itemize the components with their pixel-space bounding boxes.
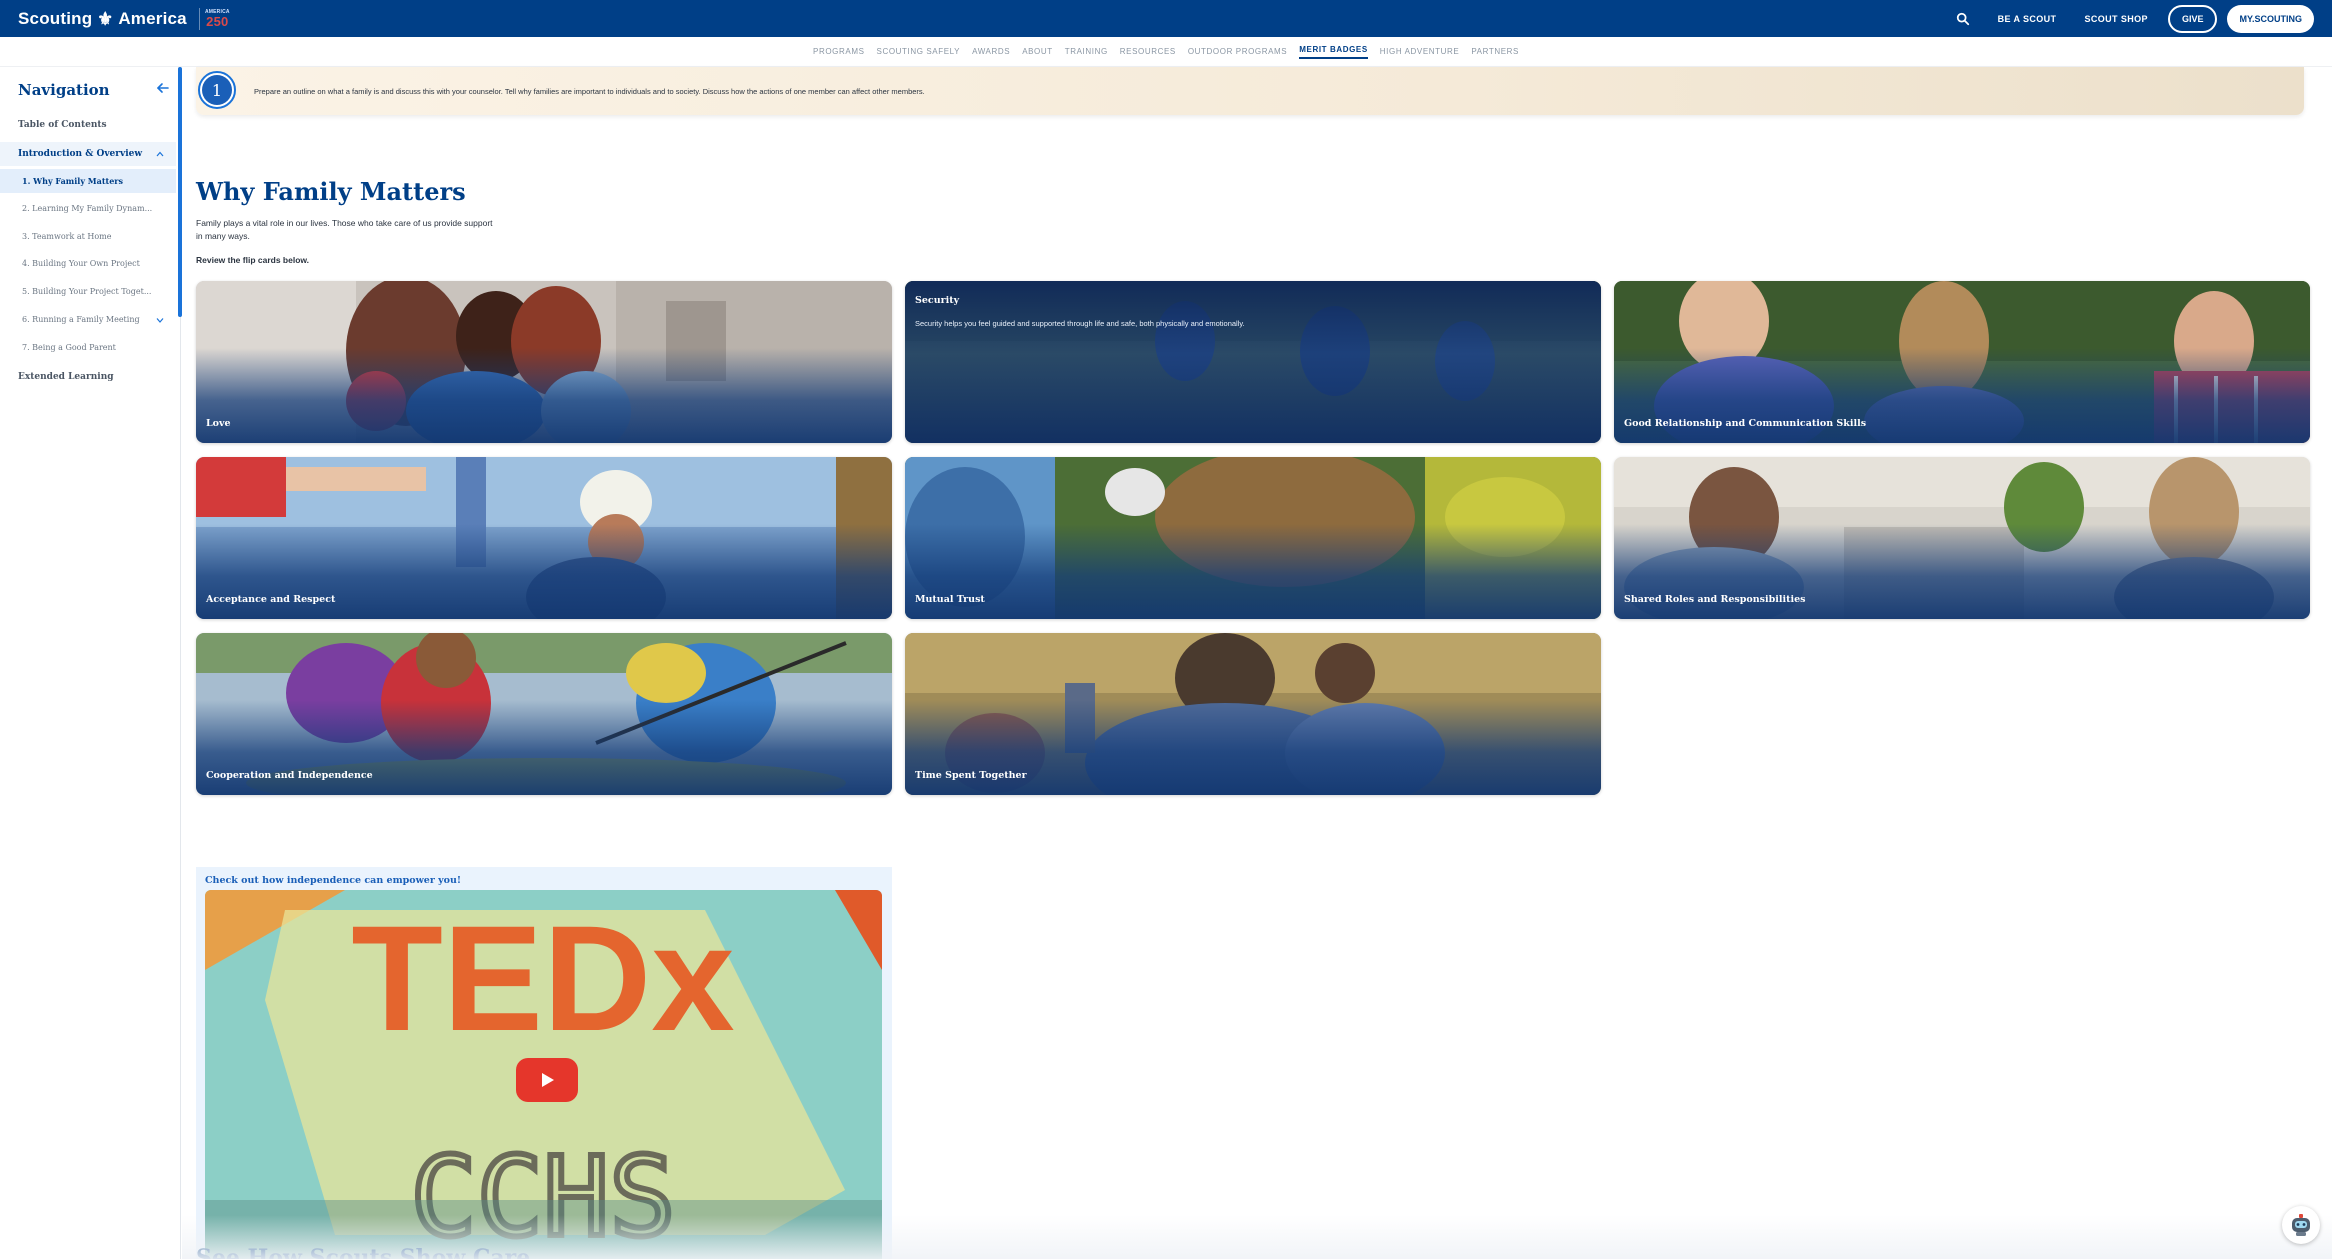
tedx-logo-text: TEDx: [351, 894, 734, 1062]
subnav-outdoor-programs[interactable]: OUTDOOR PROGRAMS: [1188, 47, 1287, 56]
sidebar-scroll-indicator[interactable]: [178, 67, 182, 317]
header-actions: BE A SCOUT SCOUT SHOP GIVE MY.SCOUTING: [1956, 0, 2314, 37]
arrow-left-icon[interactable]: [156, 81, 170, 95]
subnav-programs[interactable]: PROGRAMS: [813, 47, 864, 56]
subnav-training[interactable]: TRAINING: [1065, 47, 1108, 56]
flip-card-good-relationship[interactable]: Good Relationship and Communication Skil…: [1614, 281, 2310, 443]
flip-card-love[interactable]: Love: [196, 281, 892, 443]
flip-card-security[interactable]: Security Security helps you feel guided …: [905, 281, 1601, 443]
sidebar-navigation: Navigation Table of Contents Introductio…: [0, 67, 182, 1259]
flip-card-mutual-trust[interactable]: Mutual Trust: [905, 457, 1601, 619]
card-label: Mutual Trust: [915, 594, 985, 605]
sidebar-item-extended-learning[interactable]: Extended Learning: [0, 365, 176, 389]
video-panel: Check out how independence can empower y…: [196, 867, 892, 1259]
sidebar-item-running-family-meeting[interactable]: 6. Running a Family Meeting: [0, 308, 176, 332]
play-icon: [542, 1073, 554, 1087]
chat-assistant-button[interactable]: [2282, 1206, 2320, 1244]
subnav-scouting-safely[interactable]: SCOUTING SAFELY: [877, 47, 961, 56]
sidebar-item-label: Introduction & Overview: [18, 149, 143, 159]
sidebar-item-building-project-together[interactable]: 5. Building Your Project Toget...: [0, 280, 176, 304]
search-icon[interactable]: [1956, 12, 1970, 26]
top-header: Scouting ⚜ America AMERICA 250 BE A SCOU…: [0, 0, 2332, 37]
page-title: Why Family Matters: [196, 177, 466, 206]
requirement-number-badge: 1: [198, 71, 236, 109]
sidebar-item-learning-family-dynamics[interactable]: 2. Learning My Family Dynam...: [0, 197, 176, 221]
sidebar-title: Navigation: [18, 81, 110, 99]
requirement-number: 1: [202, 75, 232, 105]
chevron-down-icon: [156, 318, 164, 323]
subnav-resources[interactable]: RESOURCES: [1120, 47, 1176, 56]
requirement-banner: 1 Prepare an outline on what a family is…: [196, 67, 2304, 115]
card-label: Love: [206, 418, 231, 429]
sidebar-item-introduction[interactable]: Introduction & Overview: [0, 142, 176, 166]
subnav-about[interactable]: ABOUT: [1022, 47, 1053, 56]
review-instruction: Review the flip cards below.: [196, 255, 310, 265]
card-label: Cooperation and Independence: [206, 770, 373, 781]
chevron-up-icon: [156, 151, 164, 157]
main-content: 1 Prepare an outline on what a family is…: [196, 67, 2320, 1259]
card-label: Shared Roles and Responsibilities: [1624, 594, 1806, 605]
sidebar-item-being-good-parent[interactable]: 7. Being a Good Parent: [0, 336, 176, 360]
sidebar-item-table-of-contents[interactable]: Table of Contents: [0, 113, 176, 137]
robot-icon: [2292, 1214, 2310, 1236]
subnav-high-adventure[interactable]: HIGH ADVENTURE: [1380, 47, 1460, 56]
card-overlay: [905, 281, 1601, 443]
subnav-merit-badges[interactable]: MERIT BADGES: [1299, 45, 1368, 59]
embedded-video[interactable]: TEDx CCHS: [205, 890, 882, 1259]
flip-card-shared-roles[interactable]: Shared Roles and Responsibilities: [1614, 457, 2310, 619]
brand-text-right: America: [118, 8, 187, 28]
secondary-nav: PROGRAMS SCOUTING SAFELY AWARDS ABOUT TR…: [0, 37, 2332, 67]
my-scouting-button[interactable]: MY.SCOUTING: [2227, 4, 2314, 33]
be-a-scout-link[interactable]: BE A SCOUT: [1998, 14, 2057, 24]
scout-shop-link[interactable]: SCOUT SHOP: [2084, 14, 2148, 24]
video-caption: Check out how independence can empower y…: [205, 875, 462, 886]
subnav-partners[interactable]: PARTNERS: [1471, 47, 1519, 56]
card-label: Good Relationship and Communication Skil…: [1624, 418, 1867, 429]
anniversary-number: 250: [206, 14, 229, 29]
flip-card-time-together[interactable]: Time Spent Together: [905, 633, 1601, 795]
anniversary-badge: AMERICA 250: [198, 7, 230, 30]
sidebar-item-building-your-own-project[interactable]: 4. Building Your Own Project: [0, 252, 176, 276]
flip-card-cooperation[interactable]: Cooperation and Independence: [196, 633, 892, 795]
brand-text-left: Scouting: [18, 8, 93, 28]
requirement-text: Prepare an outline on what a family is a…: [254, 87, 925, 96]
flip-card-acceptance[interactable]: Acceptance and Respect: [196, 457, 892, 619]
fleur-de-lis-icon: ⚜: [97, 8, 114, 29]
brand-logo[interactable]: Scouting ⚜ America AMERICA 250: [18, 7, 230, 30]
next-section-title: See How Scouts Show Care: [196, 1245, 531, 1259]
sidebar-item-label: 6. Running a Family Meeting: [22, 315, 140, 324]
card-overlay: [905, 524, 1601, 619]
give-button[interactable]: GIVE: [2167, 4, 2218, 33]
card-label: Acceptance and Respect: [206, 594, 336, 605]
card-overlay: [196, 348, 892, 443]
card-label: Security: [915, 295, 960, 306]
card-description: Security helps you feel guided and suppo…: [915, 319, 1245, 328]
sidebar-item-why-family-matters[interactable]: 1. Why Family Matters: [0, 169, 176, 193]
intro-text: Family plays a vital role in our lives. …: [196, 218, 493, 241]
card-label: Time Spent Together: [915, 770, 1027, 781]
play-button[interactable]: [516, 1058, 578, 1102]
sidebar-item-teamwork-at-home[interactable]: 3. Teamwork at Home: [0, 225, 176, 249]
subnav-awards[interactable]: AWARDS: [972, 47, 1010, 56]
